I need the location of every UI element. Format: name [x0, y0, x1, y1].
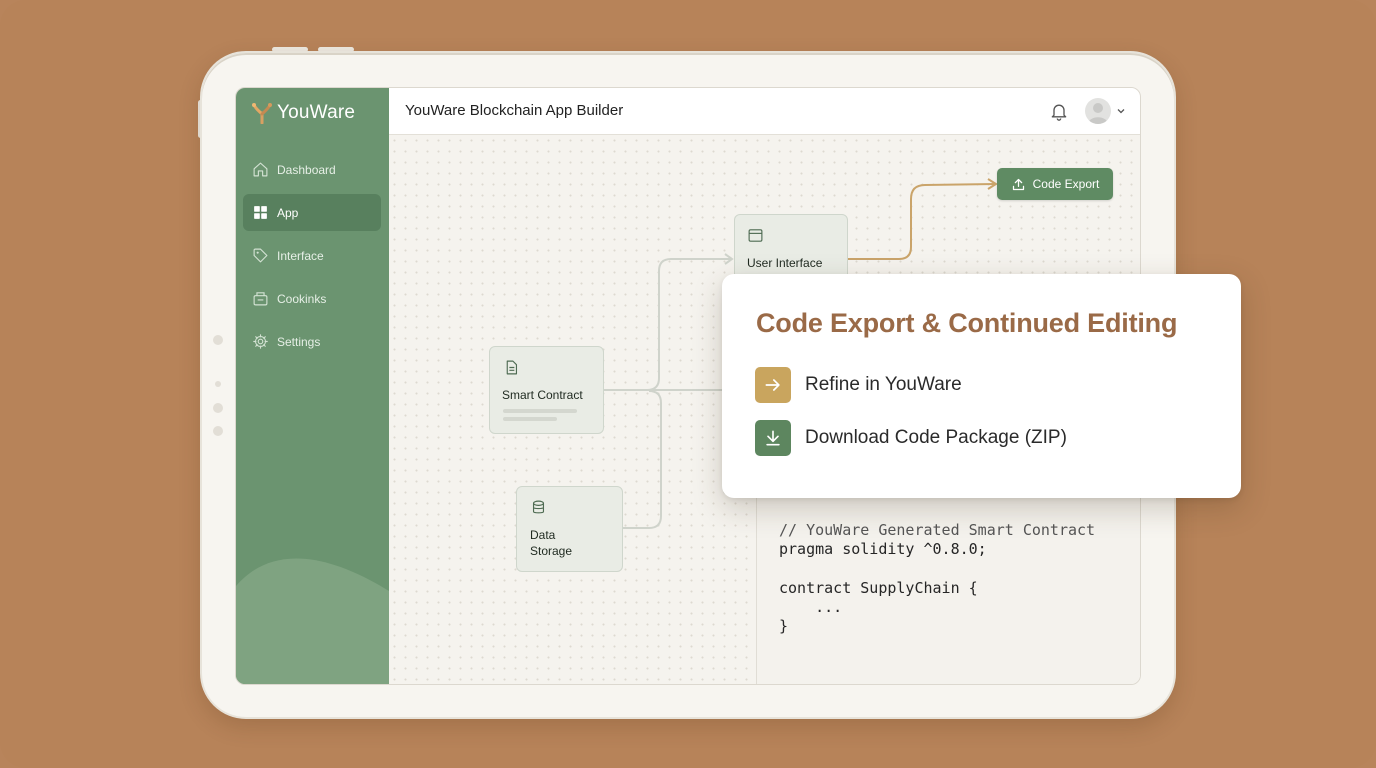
sidebar-wave-decoration	[236, 558, 389, 684]
tag-icon	[253, 248, 268, 263]
window-icon	[748, 229, 763, 242]
option-icon-box	[755, 367, 791, 403]
sidebar-item-cookinks[interactable]: Cookinks	[243, 280, 381, 317]
brand[interactable]: YouWare	[251, 101, 355, 125]
document-icon	[506, 360, 518, 375]
home-icon	[253, 162, 268, 177]
upload-icon	[1012, 178, 1024, 190]
skeleton-line	[503, 409, 577, 413]
node-smart-contract[interactable]: Smart Contract	[489, 346, 604, 434]
option-label: Download Code Package (ZIP)	[805, 427, 1067, 448]
tablet-camera-dot	[213, 335, 223, 345]
box-icon	[253, 292, 268, 306]
page-title: YouWare Blockchain App Builder	[405, 102, 624, 119]
user-icon	[1088, 103, 1108, 124]
grid-icon	[254, 206, 267, 219]
bell-icon[interactable]	[1049, 101, 1069, 121]
sidebar-item-app[interactable]: App	[243, 194, 381, 231]
download-icon	[766, 430, 780, 446]
option-icon-box	[755, 420, 791, 456]
code-panel[interactable]: // YouWare Generated Smart Contract prag…	[756, 480, 1140, 684]
code-line: ...	[779, 598, 843, 616]
code-export-popup: Code Export & Continued Editing Refine i…	[722, 274, 1241, 498]
avatar[interactable]	[1085, 98, 1111, 124]
popup-title: Code Export & Continued Editing	[756, 308, 1178, 338]
chevron-down-icon[interactable]	[1116, 106, 1126, 116]
download-code-package-option[interactable]: Download Code Package (ZIP)	[755, 420, 1067, 456]
code-export-label: Code Export	[1032, 177, 1100, 191]
node-label: Smart Contract	[502, 388, 583, 402]
sidebar-item-label: Settings	[277, 334, 321, 349]
code-line: contract SupplyChain {	[779, 579, 978, 597]
top-header: YouWare Blockchain App Builder	[389, 88, 1140, 135]
code-line: // YouWare Generated Smart Contract	[779, 521, 1096, 539]
node-label: Storage	[530, 544, 573, 558]
code-line: pragma solidity ^0.8.0;	[779, 540, 987, 558]
sidebar-item-label: App	[277, 205, 299, 220]
youware-logo-icon	[252, 103, 272, 124]
code-line: }	[779, 617, 789, 635]
skeleton-line	[503, 417, 557, 421]
tablet-sensor-dot	[215, 381, 221, 387]
code-export-button[interactable]: Code Export	[997, 168, 1113, 200]
arrow-right-icon	[765, 379, 780, 391]
sidebar-item-settings[interactable]: Settings	[243, 323, 381, 360]
tablet-sensor-dot	[213, 403, 223, 413]
database-icon	[532, 500, 545, 514]
node-label: User Interface	[747, 256, 823, 270]
sidebar-item-label: Dashboard	[277, 162, 336, 177]
node-data-storage[interactable]: Data Storage	[516, 486, 623, 572]
brand-name: YouWare	[277, 102, 356, 123]
gear-icon	[253, 334, 268, 349]
sidebar-item-interface[interactable]: Interface	[243, 237, 381, 274]
sidebar-item-label: Interface	[277, 248, 324, 263]
sidebar: YouWare Dashboard App Interface Cookinks	[236, 88, 389, 684]
tablet-sensor-dot	[213, 426, 223, 436]
refine-in-youware-option[interactable]: Refine in YouWare	[755, 367, 962, 403]
option-label: Refine in YouWare	[805, 374, 962, 395]
sidebar-item-label: Cookinks	[277, 291, 327, 306]
node-label: Data	[530, 528, 556, 542]
sidebar-item-dashboard[interactable]: Dashboard	[243, 151, 381, 188]
